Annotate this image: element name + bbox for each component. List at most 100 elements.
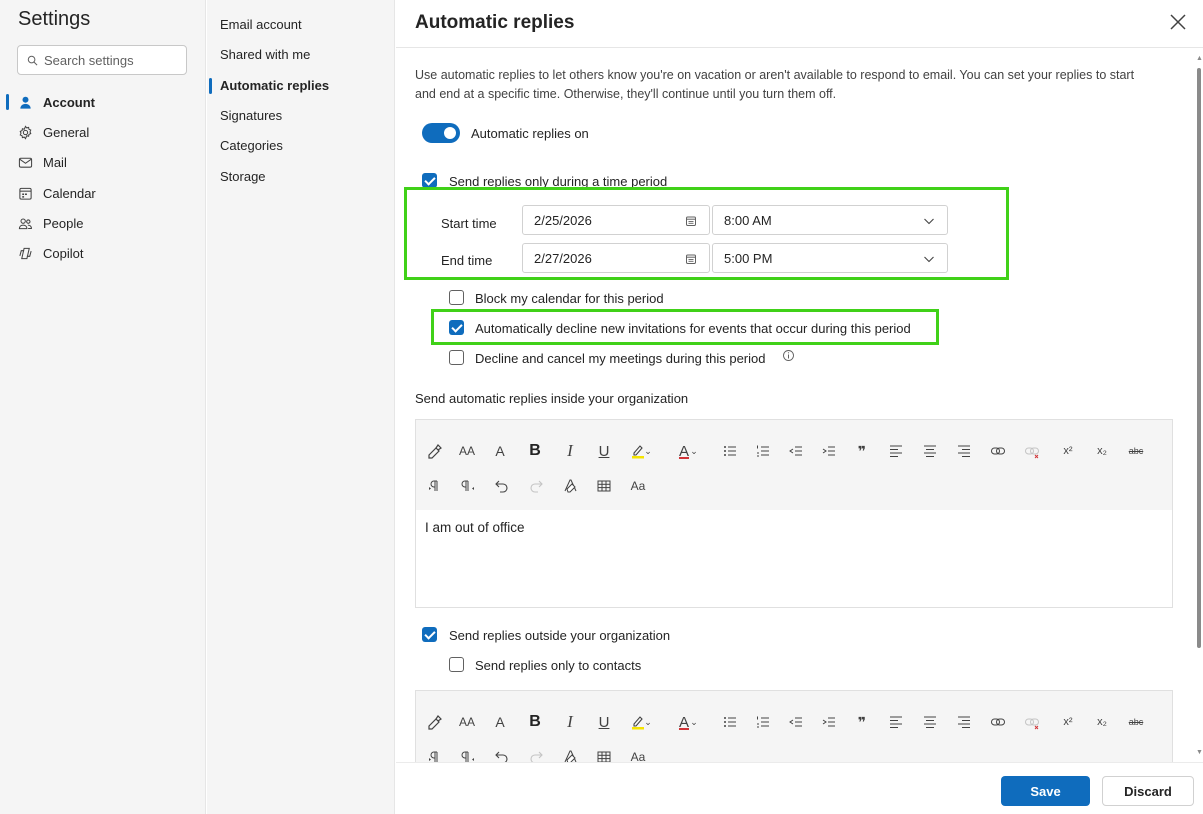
nav-copilot[interactable]: Copilot (18, 242, 83, 264)
numbering-icon[interactable] (749, 437, 777, 465)
chevron-down-icon (924, 256, 934, 263)
chevron-down-icon[interactable]: ⌄ (642, 437, 654, 465)
discard-button[interactable]: Discard (1102, 776, 1194, 806)
search-input[interactable] (44, 52, 174, 68)
rtl-icon[interactable] (454, 743, 482, 762)
formatting-toolbar: AA A B I U ⌄ A ⌄ ❞ x² x₂ abc Aa (416, 420, 1172, 510)
nav-calendar[interactable]: Calendar (18, 182, 96, 204)
grow-font-button[interactable]: A (486, 708, 514, 736)
search-box[interactable] (17, 45, 187, 75)
nav-general-label: General (43, 124, 90, 140)
outside-reply-editor[interactable]: AA A B I U ⌄ A ⌄ ❞ x² x₂ abc Aa (415, 690, 1173, 762)
subscript-button[interactable]: x₂ (1088, 437, 1116, 465)
close-icon[interactable] (1167, 11, 1189, 33)
page-title: Automatic replies (415, 12, 575, 33)
scroll-thumb[interactable] (1197, 68, 1201, 648)
change-case-button[interactable]: Aa (624, 472, 652, 500)
nav-account[interactable]: Account (18, 91, 95, 113)
format-painter-icon[interactable] (421, 708, 449, 736)
nav-storage[interactable]: Storage (220, 169, 266, 184)
end-date-field[interactable]: 2/27/2026 (522, 243, 710, 273)
numbering-icon[interactable] (749, 708, 777, 736)
cancel-meetings-checkbox[interactable] (449, 350, 464, 365)
time-period-checkbox[interactable] (422, 173, 437, 188)
end-time-dropdown[interactable]: 5:00 PM (712, 243, 948, 273)
superscript-button[interactable]: x² (1054, 708, 1082, 736)
superscript-button[interactable]: x² (1054, 437, 1082, 465)
link-icon[interactable] (984, 437, 1012, 465)
align-right-icon[interactable] (950, 437, 978, 465)
align-left-icon[interactable] (882, 437, 910, 465)
increase-indent-icon[interactable] (815, 437, 843, 465)
align-center-icon[interactable] (916, 437, 944, 465)
subscript-button[interactable]: x₂ (1088, 708, 1116, 736)
save-button[interactable]: Save (1001, 776, 1090, 806)
grow-font-button[interactable]: A (486, 437, 514, 465)
contacts-only-checkbox[interactable] (449, 657, 464, 672)
italic-button[interactable]: I (556, 708, 584, 736)
font-size-button[interactable]: AA (453, 437, 481, 465)
clear-formatting-icon[interactable] (556, 743, 584, 762)
nav-automatic-replies[interactable]: Automatic replies (220, 78, 329, 93)
underline-button[interactable]: U (590, 437, 618, 465)
change-case-button[interactable]: Aa (624, 743, 652, 762)
decrease-indent-icon[interactable] (782, 437, 810, 465)
italic-button[interactable]: I (556, 437, 584, 465)
nav-general[interactable]: General (18, 121, 89, 143)
link-icon[interactable] (984, 708, 1012, 736)
automatic-replies-toggle[interactable] (422, 123, 460, 143)
ltr-icon[interactable] (421, 472, 449, 500)
start-time-dropdown[interactable]: 8:00 AM (712, 205, 948, 235)
undo-icon[interactable] (488, 472, 516, 500)
nav-signatures[interactable]: Signatures (220, 108, 282, 123)
table-icon[interactable] (590, 472, 618, 500)
strikethrough-button[interactable]: abc (1122, 708, 1150, 736)
chevron-down-icon (924, 218, 934, 225)
chevron-down-icon[interactable]: ⌄ (688, 437, 700, 465)
scroll-up-icon[interactable]: ▲ (1196, 55, 1203, 62)
active-indicator (209, 78, 212, 94)
nav-shared-with-me[interactable]: Shared with me (220, 47, 310, 62)
format-painter-icon[interactable] (421, 437, 449, 465)
table-icon[interactable] (590, 743, 618, 762)
rtl-icon[interactable] (454, 472, 482, 500)
settings-nav: Settings Account General Mail Calendar P… (0, 0, 206, 814)
quote-button[interactable]: ❞ (848, 708, 876, 736)
unlink-icon (1018, 708, 1046, 736)
outside-org-checkbox[interactable] (422, 627, 437, 642)
start-date-field[interactable]: 2/25/2026 (522, 205, 710, 235)
scrollbar[interactable]: ▲ ▼ (1195, 55, 1203, 760)
decline-invitations-checkbox[interactable] (449, 320, 464, 335)
nav-mail[interactable]: Mail (18, 151, 67, 173)
inside-org-label: Send automatic replies inside your organ… (415, 391, 689, 406)
nav-categories[interactable]: Categories (220, 138, 283, 153)
decrease-indent-icon[interactable] (782, 708, 810, 736)
nav-email-account[interactable]: Email account (220, 17, 302, 32)
bullets-icon[interactable] (716, 708, 744, 736)
divider (396, 762, 1203, 763)
nav-people[interactable]: People (18, 212, 83, 234)
increase-indent-icon[interactable] (815, 708, 843, 736)
block-calendar-checkbox[interactable] (449, 290, 464, 305)
toggle-label: Automatic replies on (471, 126, 589, 141)
ltr-icon[interactable] (421, 743, 449, 762)
scroll-down-icon[interactable]: ▼ (1196, 749, 1203, 756)
chevron-down-icon[interactable]: ⌄ (642, 708, 654, 736)
bold-button[interactable]: B (521, 437, 549, 465)
clear-formatting-icon[interactable] (556, 472, 584, 500)
font-size-button[interactable]: AA (453, 708, 481, 736)
align-left-icon[interactable] (882, 708, 910, 736)
info-icon[interactable] (782, 349, 795, 362)
undo-icon[interactable] (488, 743, 516, 762)
inside-reply-editor[interactable]: AA A B I U ⌄ A ⌄ ❞ x² x₂ abc Aa I am out… (415, 419, 1173, 608)
chevron-down-icon[interactable]: ⌄ (688, 708, 700, 736)
bullets-icon[interactable] (716, 437, 744, 465)
inside-reply-text[interactable]: I am out of office (416, 510, 1172, 607)
align-right-icon[interactable] (950, 708, 978, 736)
cancel-meetings-label: Decline and cancel my meetings during th… (475, 351, 766, 366)
bold-button[interactable]: B (521, 708, 549, 736)
quote-button[interactable]: ❞ (848, 437, 876, 465)
strikethrough-button[interactable]: abc (1122, 437, 1150, 465)
align-center-icon[interactable] (916, 708, 944, 736)
underline-button[interactable]: U (590, 708, 618, 736)
